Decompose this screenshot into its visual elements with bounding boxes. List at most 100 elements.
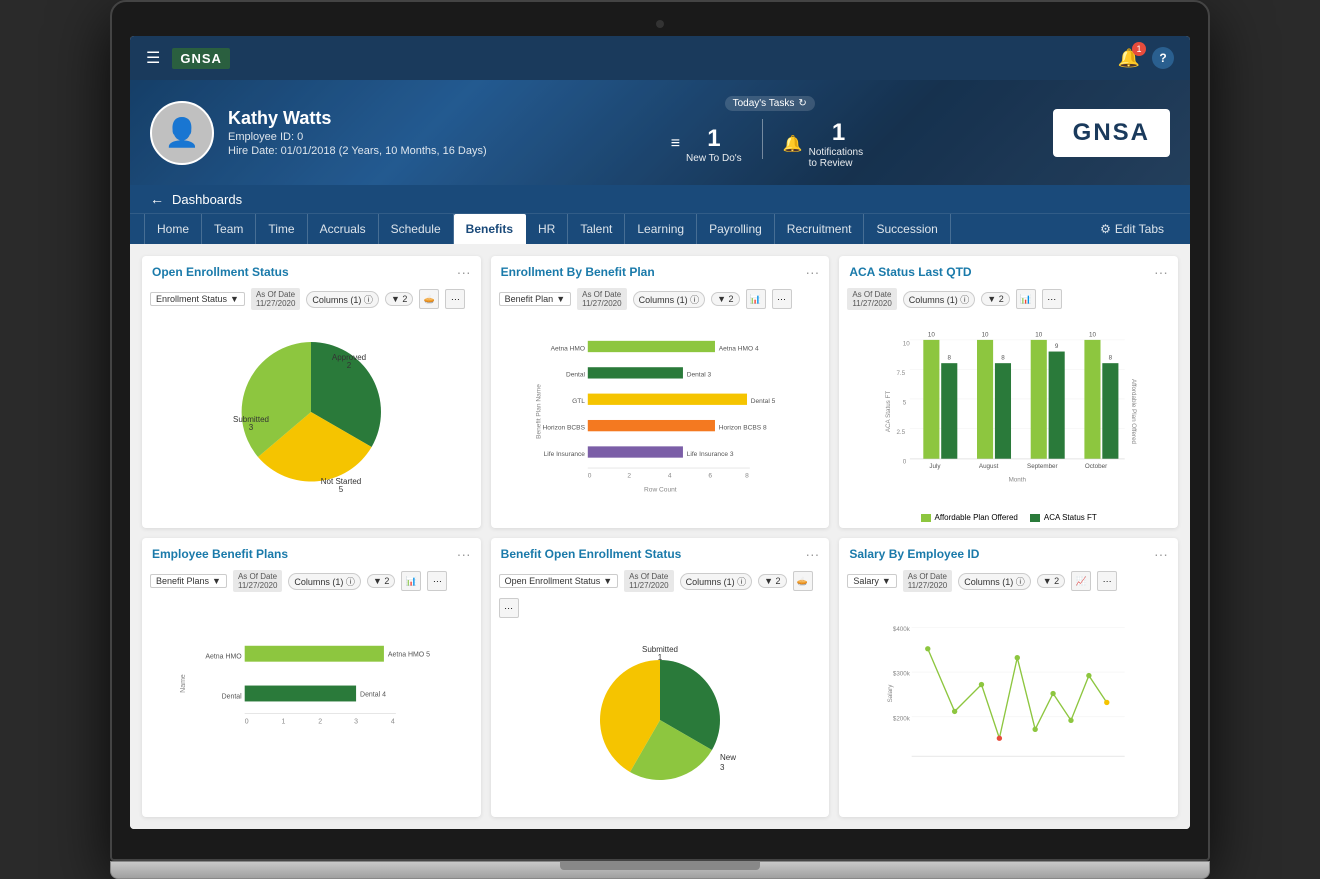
svg-text:3: 3 xyxy=(249,423,254,432)
svg-text:3: 3 xyxy=(354,718,358,725)
widget-salary-menu[interactable]: ··· xyxy=(1154,546,1168,562)
aca-chart-type[interactable]: 📊 xyxy=(1016,289,1036,309)
open-enrollment-more[interactable]: ··· xyxy=(445,289,465,309)
ebp-more[interactable]: ··· xyxy=(427,571,447,591)
boe-chart-type[interactable]: 🥧 xyxy=(793,571,813,591)
svg-text:Life Insurance: Life Insurance xyxy=(543,451,585,458)
widget-enrollment-header: Enrollment By Benefit Plan ··· xyxy=(491,256,830,284)
open-enrollment-chart-type[interactable]: 🥧 xyxy=(419,289,439,309)
widget-ebp-toolbar: Benefit Plans ▼ As Of Date11/27/2020 Col… xyxy=(142,566,481,596)
open-enrollment-status-filter[interactable]: Open Enrollment Status ▼ xyxy=(499,574,618,588)
nav-succession[interactable]: Succession xyxy=(864,214,950,244)
widget-aca-menu[interactable]: ··· xyxy=(1154,264,1168,280)
widget-ebp-menu[interactable]: ··· xyxy=(457,546,471,562)
hero-right: GNSA xyxy=(1053,109,1170,157)
enrollment-plan-filter-count[interactable]: ▼ 2 xyxy=(711,292,739,306)
nav-team[interactable]: Team xyxy=(202,214,256,244)
svg-text:2: 2 xyxy=(318,718,322,725)
widget-enrollment-menu[interactable]: ··· xyxy=(805,264,819,280)
legend-aca-status-ft: ACA Status FT xyxy=(1030,513,1097,522)
employee-info: Kathy Watts Employee ID: 0 Hire Date: 01… xyxy=(228,108,487,157)
employee-name: Kathy Watts xyxy=(228,108,487,129)
tasks-row: ≡ 1 New To Do's 🔔 1 xyxy=(671,119,869,169)
svg-text:8: 8 xyxy=(1002,355,1006,362)
ebp-columns[interactable]: Columns (1) ⓘ xyxy=(288,573,361,590)
salary-columns[interactable]: Columns (1) ⓘ xyxy=(958,573,1031,590)
ebp-date: As Of Date11/27/2020 xyxy=(233,570,282,592)
svg-text:$200k: $200k xyxy=(893,715,911,722)
benefit-plans-filter[interactable]: Benefit Plans ▼ xyxy=(150,574,227,588)
boe-date: As Of Date11/27/2020 xyxy=(624,570,673,592)
enrollment-plan-chart-type[interactable]: 📊 xyxy=(746,289,766,309)
nav-accruals[interactable]: Accruals xyxy=(308,214,379,244)
salary-filter[interactable]: Salary ▼ xyxy=(847,574,896,588)
laptop-base xyxy=(110,861,1210,879)
top-nav-right: 🔔 1 ? xyxy=(1118,47,1174,69)
svg-text:GTL: GTL xyxy=(572,398,585,405)
secondary-nav: Home Team Time Accruals Schedule Benefit… xyxy=(130,213,1190,244)
aca-date: As Of Date11/27/2020 xyxy=(847,288,896,310)
nav-learning[interactable]: Learning xyxy=(625,214,697,244)
salary-more[interactable]: ··· xyxy=(1097,571,1117,591)
hamburger-icon[interactable]: ☰ xyxy=(146,48,160,68)
boe-columns[interactable]: Columns (1) ⓘ xyxy=(680,573,753,590)
enrollment-status-filter[interactable]: Enrollment Status ▼ xyxy=(150,292,245,306)
svg-text:Aetna HMO 5: Aetna HMO 5 xyxy=(388,652,430,659)
nav-benefits[interactable]: Benefits xyxy=(454,214,526,244)
enrollment-plan-more[interactable]: ··· xyxy=(772,289,792,309)
nav-hr[interactable]: HR xyxy=(526,214,568,244)
back-arrow[interactable]: ← xyxy=(150,191,164,207)
laptop-base-notch xyxy=(560,862,760,870)
salary-chart-type[interactable]: 📈 xyxy=(1071,571,1091,591)
new-todos-label: New To Do's xyxy=(686,153,742,164)
avatar: 👤 xyxy=(150,101,214,165)
open-enrollment-date: As Of Date11/27/2020 xyxy=(251,288,300,310)
boe-filter-count[interactable]: ▼ 2 xyxy=(758,574,786,588)
nav-recruitment[interactable]: Recruitment xyxy=(775,214,865,244)
notification-bell[interactable]: 🔔 1 xyxy=(1118,48,1140,69)
edit-tabs-button[interactable]: ⚙ Edit Tabs xyxy=(1088,216,1176,242)
svg-text:6: 6 xyxy=(708,472,712,479)
svg-text:Dental 4: Dental 4 xyxy=(360,691,386,698)
svg-text:5: 5 xyxy=(903,399,907,406)
hero-header: 👤 Kathy Watts Employee ID: 0 Hire Date: … xyxy=(130,80,1190,185)
widget-enrollment-by-plan: Enrollment By Benefit Plan ··· Benefit P… xyxy=(491,256,830,528)
benefit-plan-filter[interactable]: Benefit Plan ▼ xyxy=(499,292,571,306)
aca-filter-count[interactable]: ▼ 2 xyxy=(981,292,1009,306)
hire-date: Hire Date: 01/01/2018 (2 Years, 10 Month… xyxy=(228,145,487,157)
enrollment-plan-date: As Of Date11/27/2020 xyxy=(577,288,626,310)
widget-boe-menu[interactable]: ··· xyxy=(805,546,819,562)
widget-aca-body: ACA Status FT 0 2.5 5 7.5 10 xyxy=(839,314,1178,509)
svg-text:Affordable Plan Offered: Affordable Plan Offered xyxy=(1130,379,1137,445)
open-enrollment-pie: Approved 2 Submitted 3 Not Started 5 xyxy=(150,322,473,501)
nav-schedule[interactable]: Schedule xyxy=(379,214,454,244)
nav-talent[interactable]: Talent xyxy=(568,214,625,244)
nav-payrolling[interactable]: Payrolling xyxy=(697,214,775,244)
ebp-filter-count[interactable]: ▼ 2 xyxy=(367,574,395,588)
new-todos-item: ≡ 1 New To Do's xyxy=(671,119,742,169)
widget-open-enrollment-menu[interactable]: ··· xyxy=(457,264,471,280)
nav-home[interactable]: Home xyxy=(144,214,202,244)
widget-ebp-title: Employee Benefit Plans xyxy=(152,547,288,561)
aca-more[interactable]: ··· xyxy=(1042,289,1062,309)
enrollment-plan-columns[interactable]: Columns (1) ⓘ xyxy=(633,291,706,308)
open-enrollment-filter-count[interactable]: ▼ 2 xyxy=(385,292,413,306)
svg-text:Dental 5: Dental 5 xyxy=(750,398,775,405)
svg-text:10: 10 xyxy=(982,331,989,338)
boe-more[interactable]: ··· xyxy=(499,598,519,618)
widget-aca-header: ACA Status Last QTD ··· xyxy=(839,256,1178,284)
open-enrollment-columns[interactable]: Columns (1) ⓘ xyxy=(306,291,379,308)
svg-text:$300k: $300k xyxy=(893,671,911,678)
svg-text:Aetna HMO 4: Aetna HMO 4 xyxy=(718,345,758,352)
svg-text:August: August xyxy=(979,463,999,470)
svg-text:Life Insurance 3: Life Insurance 3 xyxy=(686,451,733,458)
ebp-chart-type[interactable]: 📊 xyxy=(401,571,421,591)
nav-time[interactable]: Time xyxy=(256,214,307,244)
svg-text:Horizon BCBS: Horizon BCBS xyxy=(542,424,585,431)
aca-columns[interactable]: Columns (1) ⓘ xyxy=(903,291,976,308)
help-icon[interactable]: ? xyxy=(1152,47,1174,69)
widget-boe-body: Submitted 1 New 3 xyxy=(491,622,830,817)
gnsa-watermark: GNSA xyxy=(1053,109,1170,157)
widget-enrollment-body: Benefit Plan Name Aetna HMO Aetna HMO 4 … xyxy=(491,314,830,509)
salary-filter-count[interactable]: ▼ 2 xyxy=(1037,574,1065,588)
